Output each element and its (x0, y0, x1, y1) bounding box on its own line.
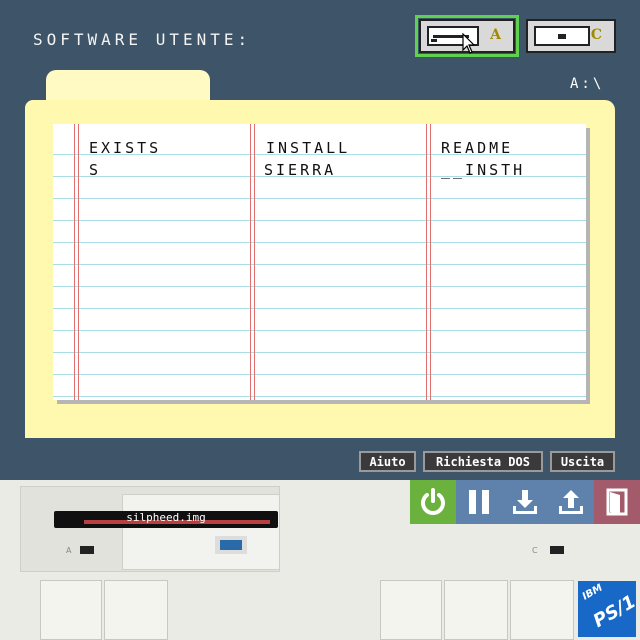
drive-c-indicator-label: C (532, 546, 538, 555)
file-item[interactable]: __INSTH (441, 161, 525, 179)
power-button[interactable] (410, 480, 456, 524)
drive-c-letter: C (590, 27, 602, 43)
upload-icon (559, 490, 583, 514)
disk-image-label: silpheed.img (126, 511, 206, 524)
dos-prompt-button[interactable]: Richiesta DOS (423, 451, 543, 472)
drive-bay (380, 580, 442, 640)
drive-bay (40, 580, 102, 640)
file-item[interactable]: README (441, 139, 513, 157)
pause-button[interactable] (456, 480, 502, 524)
drive-bay (510, 580, 574, 640)
mouse-cursor-icon (462, 33, 476, 54)
drive-a-indicator-label: A (66, 546, 72, 555)
download-icon (513, 490, 537, 514)
ibm-ps1-logo: IBM PS/1 (578, 581, 639, 637)
file-list-paper: EXISTS S INSTALL SIERRA README __INSTH (53, 124, 586, 400)
file-item[interactable]: SIERRA (264, 161, 336, 179)
current-path: A:\ (570, 76, 605, 92)
page-title: SOFTWARE UTENTE: (33, 30, 252, 49)
file-item[interactable]: S (89, 161, 101, 179)
help-button[interactable]: Aiuto (359, 451, 416, 472)
floppy-slot[interactable]: silpheed.img (54, 511, 278, 528)
file-item[interactable]: EXISTS (89, 139, 161, 157)
disk-activity-indicator (220, 540, 242, 550)
drive-a-letter: A (490, 27, 501, 43)
floppy-door (122, 494, 280, 570)
file-item[interactable]: INSTALL (266, 139, 350, 157)
drive-a-button[interactable]: A (415, 15, 519, 57)
pause-icon (469, 490, 489, 514)
drive-c-button[interactable]: C (526, 19, 616, 53)
drive-a-led (80, 546, 94, 554)
hard-drive-icon (534, 26, 590, 46)
drive-bay (104, 580, 168, 640)
exit-emulator-button[interactable] (594, 480, 640, 524)
column-divider (250, 124, 255, 400)
upload-button[interactable] (548, 480, 594, 524)
power-icon (421, 488, 445, 515)
exit-door-icon (606, 488, 628, 516)
download-button[interactable] (502, 480, 548, 524)
column-divider (426, 124, 431, 400)
exit-button[interactable]: Uscita (550, 451, 615, 472)
margin-line (74, 124, 79, 400)
drive-bay (444, 580, 508, 640)
drive-c-led (550, 546, 564, 554)
